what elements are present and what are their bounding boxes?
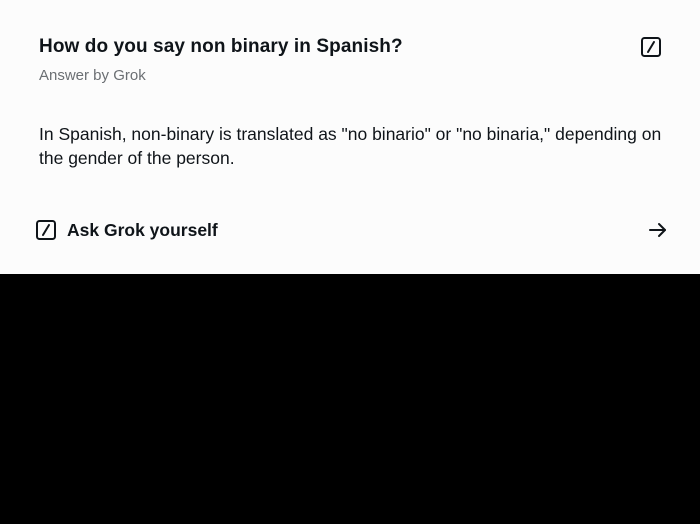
ask-grok-yourself-button[interactable]: Ask Grok yourself bbox=[34, 214, 670, 246]
answer-source: Answer by Grok bbox=[39, 67, 146, 84]
ask-grok-label: Ask Grok yourself bbox=[67, 219, 218, 240]
answer-text: In Spanish, non-binary is translated as … bbox=[39, 124, 662, 168]
arrow-right-icon bbox=[646, 218, 670, 242]
grok-answer-card: How do you say non binary in Spanish? An… bbox=[0, 0, 700, 274]
grok-icon bbox=[34, 218, 58, 242]
question-title: How do you say non binary in Spanish? bbox=[39, 36, 403, 57]
grok-button[interactable] bbox=[638, 34, 664, 60]
grok-icon bbox=[641, 37, 661, 57]
